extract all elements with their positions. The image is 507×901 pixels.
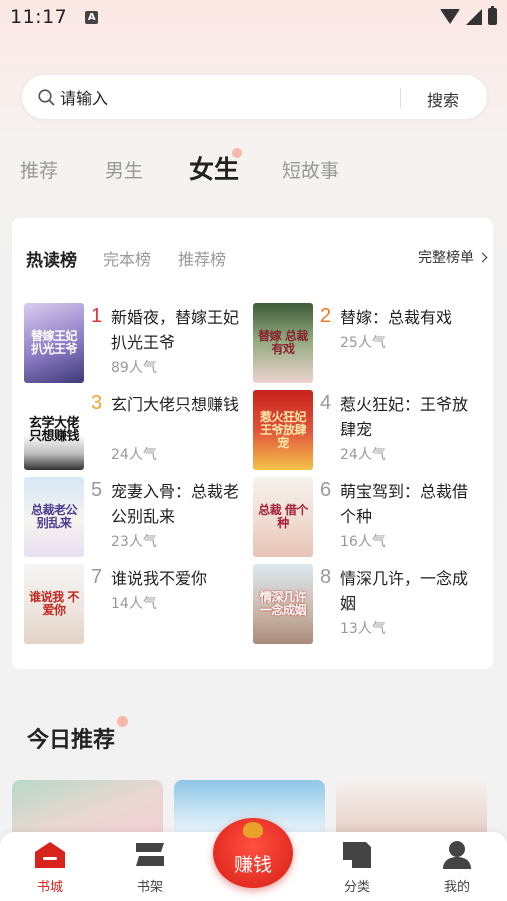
tab-recommended[interactable]: 推荐榜 [178, 246, 226, 270]
book-title: 谁说我不爱你 [111, 569, 208, 588]
wifi-icon [440, 9, 460, 24]
book-cover-title: 惹火狂妃 王爷放肆宠 [259, 409, 307, 450]
search-icon [38, 89, 55, 106]
full-list-link[interactable]: 完整榜单 [418, 247, 488, 267]
book-popularity: 24人气 [340, 447, 386, 463]
status-time: 11:17 [10, 6, 68, 28]
bookshelf-icon [136, 843, 164, 866]
book-popularity: 89人气 [111, 360, 157, 376]
earn-money-label: 赚钱 [233, 854, 272, 876]
book-cover: 惹火狂妃 王爷放肆宠 [253, 390, 313, 470]
book-title: 惹火狂妃：王爷放肆宠 [340, 395, 469, 439]
book-cover-title: 情深几许 一念成姻 [259, 590, 307, 617]
book-cover: 替嫁王妃 扒光王爷 [24, 303, 84, 383]
book-cover: 总裁老公 别乱来 [24, 477, 84, 557]
status-icons [440, 6, 497, 25]
book-item[interactable]: 情深几许 一念成姻 8 情深几许，一念成姻 13人气 [253, 564, 483, 646]
section-title: 今日推荐 [27, 728, 116, 753]
status-bar: 11:17 A [0, 0, 507, 34]
book-item[interactable]: 替嫁 总裁有戏 2 替嫁：总裁有戏 25人气 [253, 303, 483, 385]
rank-number: 8 [320, 566, 332, 588]
nav-bookshelf[interactable]: 书架 [120, 840, 180, 895]
book-item[interactable]: 总裁老公 别乱来 5 宠妻入骨：总裁老公别乱来 23人气 [24, 477, 254, 559]
rank-number: 2 [320, 305, 332, 327]
battery-icon [488, 6, 497, 25]
book-popularity: 14人气 [111, 596, 157, 612]
rank-number: 3 [91, 392, 103, 414]
search-bar[interactable]: 搜索 [21, 74, 488, 120]
tab-short-story[interactable]: 短故事 [282, 156, 339, 183]
book-title: 替嫁：总裁有戏 [340, 308, 453, 327]
book-cover: 谁说我 不爱你 [24, 564, 84, 644]
nav-label: 分类 [343, 880, 370, 895]
bookstore-icon [35, 842, 65, 868]
book-cover: 情深几许 一念成姻 [253, 564, 313, 644]
category-icon [343, 842, 371, 868]
search-button[interactable]: 搜索 [427, 87, 459, 111]
search-input[interactable] [60, 83, 360, 113]
book-item[interactable]: 总裁 借个种 6 萌宝驾到：总裁借个种 16人气 [253, 477, 483, 559]
tab-completed[interactable]: 完本榜 [103, 246, 151, 270]
book-cover-title: 替嫁王妃 扒光王爷 [30, 329, 78, 356]
nav-profile[interactable]: 我的 [427, 840, 487, 895]
book-item[interactable]: 替嫁王妃 扒光王爷 1 新婚夜，替嫁王妃扒光王爷 89人气 [24, 303, 254, 385]
rank-number: 6 [320, 479, 332, 501]
book-cover-title: 替嫁 总裁有戏 [258, 329, 308, 356]
book-popularity: 24人气 [111, 447, 157, 463]
tab-new-dot [232, 148, 242, 158]
full-list-label: 完整榜单 [418, 250, 474, 266]
tab-recommend[interactable]: 推荐 [20, 156, 58, 183]
nav-bookstore[interactable]: 书城 [20, 840, 80, 895]
book-title: 宠妻入骨：总裁老公别乱来 [111, 482, 240, 526]
book-item[interactable]: 玄学大佬 只想赚钱 3 玄门大佬只想赚钱 24人气 [24, 390, 254, 472]
book-title: 情深几许，一念成姻 [340, 569, 469, 613]
book-title: 萌宝驾到：总裁借个种 [340, 482, 469, 526]
red-envelope-icon [243, 822, 263, 838]
book-item[interactable]: 惹火狂妃 王爷放肆宠 4 惹火狂妃：王爷放肆宠 24人气 [253, 390, 483, 472]
nav-label: 书城 [36, 880, 63, 895]
rank-number: 1 [91, 305, 103, 327]
notification-icon: A [85, 10, 99, 24]
book-cover: 替嫁 总裁有戏 [253, 303, 313, 383]
search-divider [400, 88, 401, 108]
book-popularity: 25人气 [340, 335, 386, 351]
tab-hot-read[interactable]: 热读榜 [26, 246, 77, 271]
signal-icon [466, 8, 482, 25]
chevron-right-icon [477, 252, 488, 262]
book-cover-title: 玄学大佬 只想赚钱 [28, 416, 80, 444]
earn-money-button[interactable]: 赚钱 [213, 818, 293, 888]
book-title: 玄门大佬只想赚钱 [111, 395, 240, 414]
section-new-dot [117, 716, 128, 727]
book-cover-title: 总裁老公 别乱来 [30, 503, 78, 530]
tab-female[interactable]: 女生 [189, 150, 239, 186]
book-cover: 总裁 借个种 [253, 477, 313, 557]
book-item[interactable]: 谁说我 不爱你 7 谁说我不爱你 14人气 [24, 564, 254, 646]
rank-number: 7 [91, 566, 103, 588]
rank-number: 5 [91, 479, 103, 501]
nav-label: 我的 [443, 880, 470, 895]
nav-label: 书架 [136, 880, 163, 895]
nav-category[interactable]: 分类 [327, 840, 387, 895]
book-popularity: 16人气 [340, 534, 386, 550]
book-cover-title: 总裁 借个种 [258, 503, 308, 530]
book-cover: 玄学大佬 只想赚钱 [24, 390, 84, 470]
rank-number: 4 [320, 392, 332, 414]
ranking-card: 热读榜 完本榜 推荐榜 完整榜单 替嫁王妃 扒光王爷 1 新婚夜，替嫁王妃扒光王… [12, 218, 493, 669]
book-cover-title: 谁说我 不爱你 [29, 590, 79, 617]
book-title: 新婚夜，替嫁王妃扒光王爷 [111, 308, 240, 352]
book-popularity: 23人气 [111, 534, 157, 550]
profile-icon [443, 841, 471, 869]
tab-male[interactable]: 男生 [105, 156, 143, 183]
ranking-tabs: 热读榜 完本榜 推荐榜 完整榜单 [26, 246, 488, 271]
book-popularity: 13人气 [340, 621, 386, 637]
